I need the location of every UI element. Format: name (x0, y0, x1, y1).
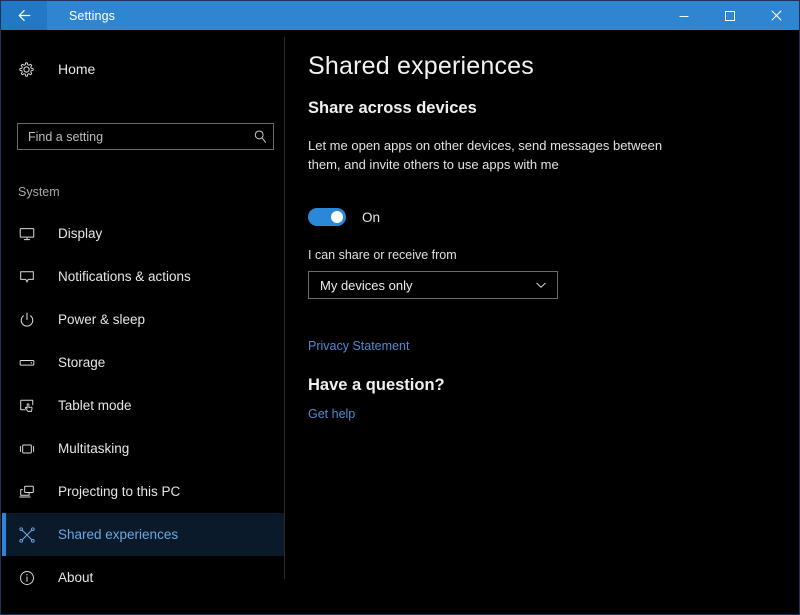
monitor-icon (18, 225, 40, 243)
search-box[interactable] (17, 123, 274, 150)
maximize-icon (724, 10, 736, 22)
section-description: Let me open apps on other devices, send … (308, 136, 676, 174)
tablet-hand-icon (18, 397, 40, 415)
back-arrow-icon (16, 7, 33, 24)
window-controls (661, 1, 799, 30)
sidebar-item-power-sleep[interactable]: Power & sleep (2, 298, 284, 341)
sidebar-item-projecting-label: Projecting to this PC (58, 484, 180, 499)
get-help-link[interactable]: Get help (308, 407, 355, 421)
sidebar-item-storage-label: Storage (58, 355, 105, 370)
sidebar-item-shared-experiences[interactable]: Shared experiences (2, 513, 284, 556)
gear-icon (18, 61, 40, 78)
toggle-state-label: On (362, 210, 380, 225)
toggle-knob (331, 211, 343, 223)
drive-icon (18, 354, 40, 372)
sidebar-nav-list: Display Notifications & actions Pow (2, 212, 284, 599)
share-across-devices-toggle[interactable] (308, 208, 346, 226)
maximize-button[interactable] (707, 1, 753, 30)
sidebar-item-tablet-mode[interactable]: Tablet mode (2, 384, 284, 427)
sidebar-item-multitasking-label: Multitasking (58, 441, 129, 456)
sidebar-item-home-label: Home (58, 61, 95, 77)
info-circle-icon (18, 569, 40, 587)
share-nodes-icon (18, 526, 40, 544)
sidebar-item-notifications[interactable]: Notifications & actions (2, 255, 284, 298)
close-icon (770, 9, 783, 22)
share-source-label: I can share or receive from (308, 248, 457, 262)
search-input[interactable] (18, 130, 247, 144)
sidebar-item-multitasking[interactable]: Multitasking (2, 427, 284, 470)
projecting-screens-icon (18, 483, 40, 501)
sidebar-item-about-label: About (58, 570, 93, 585)
sidebar-item-power-sleep-label: Power & sleep (58, 312, 145, 327)
page-title: Shared experiences (308, 52, 534, 81)
back-button[interactable] (1, 1, 47, 30)
search-icon (247, 129, 273, 144)
privacy-statement-link[interactable]: Privacy Statement (308, 339, 409, 353)
title-bar: Settings (1, 1, 799, 30)
power-icon (18, 311, 40, 329)
minimize-button[interactable] (661, 1, 707, 30)
sidebar-item-display-label: Display (58, 226, 102, 241)
sidebar: Home System Displ (2, 30, 284, 614)
close-button[interactable] (753, 1, 799, 30)
main-content: Shared experiences Share across devices … (285, 30, 799, 614)
share-toggle-row: On (308, 208, 380, 226)
share-source-dropdown-value: My devices only (309, 278, 525, 293)
notification-bubble-icon (18, 268, 40, 286)
sidebar-item-about[interactable]: About (2, 556, 284, 599)
sidebar-item-tablet-mode-label: Tablet mode (58, 398, 132, 413)
sidebar-item-projecting[interactable]: Projecting to this PC (2, 470, 284, 513)
multitasking-windows-icon (18, 440, 40, 458)
minimize-icon (678, 10, 690, 22)
sidebar-item-notifications-label: Notifications & actions (58, 269, 191, 284)
sidebar-item-home[interactable]: Home (2, 52, 284, 86)
window-title: Settings (47, 1, 115, 30)
section-title: Share across devices (308, 99, 477, 118)
sidebar-item-storage[interactable]: Storage (2, 341, 284, 384)
chevron-down-icon (525, 278, 557, 292)
sidebar-item-display[interactable]: Display (2, 212, 284, 255)
share-source-dropdown[interactable]: My devices only (308, 271, 558, 299)
sidebar-section-label: System (18, 185, 60, 199)
settings-window: Settings (0, 0, 800, 615)
sidebar-item-shared-experiences-label: Shared experiences (58, 527, 178, 542)
have-a-question-title: Have a question? (308, 376, 445, 395)
